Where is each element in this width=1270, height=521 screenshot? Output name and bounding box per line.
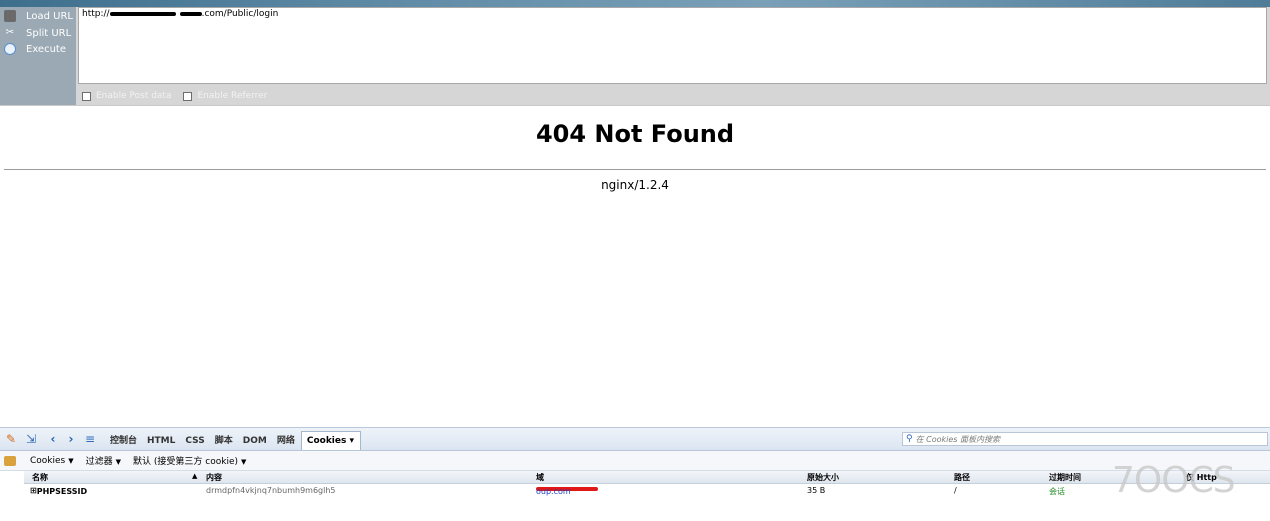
watermark-logo: 7OOCS	[1112, 460, 1236, 501]
hackbar-panel: Load URL ✂ Split URL Execute http:// .com…	[0, 7, 1270, 105]
default-policy-menu[interactable]: 默认 (接受第三方 cookie) ▼	[133, 454, 246, 467]
url-textarea[interactable]: http:// .com/Public/login	[78, 7, 1267, 84]
redacted-text	[179, 11, 202, 16]
default-policy-label: 默认 (接受第三方 cookie)	[133, 457, 239, 467]
split-url-button[interactable]: ✂ Split URL	[4, 25, 71, 41]
chevron-right-icon[interactable]: ›	[64, 432, 78, 446]
cookies-subtoolbar: Cookies ▼ 过滤器 ▼ 默认 (接受第三方 cookie) ▼	[0, 451, 1270, 471]
window-top-strip	[0, 0, 1270, 7]
cookie-icon	[4, 455, 16, 466]
server-signature: nginx/1.2.4	[601, 178, 669, 192]
inspect-icon[interactable]: ⇲	[24, 432, 38, 446]
chevron-down-icon: ▼	[68, 456, 74, 465]
tab-dom[interactable]: DOM	[239, 436, 273, 450]
command-line-icon[interactable]: ≡	[83, 432, 97, 446]
referrer-checkbox[interactable]	[183, 91, 193, 101]
execute-label: Execute	[26, 43, 66, 55]
referrer-option[interactable]: Enable Referrer	[183, 91, 267, 101]
cookies-menu-label: Cookies	[30, 455, 66, 466]
cookie-path: /	[954, 486, 957, 495]
filter-menu[interactable]: 过滤器 ▼	[86, 454, 121, 467]
column-header-domain[interactable]: 域	[536, 472, 544, 483]
table-row[interactable]: ⊞ PHPSESSID drmdpfn4vkjnq7nbumh9m6glh5 o…	[24, 485, 1270, 497]
hackbar-options: Enable Post data Enable Referrer	[82, 90, 279, 102]
referrer-label: Enable Referrer	[197, 91, 268, 101]
split-url-label: Split URL	[26, 27, 72, 39]
column-header-path[interactable]: 路径	[954, 472, 970, 483]
tab-css[interactable]: CSS	[181, 436, 210, 450]
page-title: 404 Not Found	[535, 120, 735, 148]
search-icon: ⚲	[906, 434, 913, 444]
sort-asc-icon: ▲	[192, 472, 198, 480]
post-data-option[interactable]: Enable Post data	[82, 91, 171, 101]
url-suffix: .com/Public/login	[201, 9, 279, 19]
load-url-label: Load URL	[26, 10, 74, 22]
post-data-label: Enable Post data	[96, 91, 172, 101]
chevron-down-icon: ▼	[241, 458, 247, 466]
redacted-text	[109, 11, 176, 16]
filter-menu-label: 过滤器	[85, 457, 113, 467]
tab-console[interactable]: 控制台	[106, 433, 143, 450]
column-header-expires[interactable]: 过期时间	[1049, 472, 1081, 483]
hackbar-sidebar: Load URL ✂ Split URL Execute	[0, 7, 76, 105]
chevron-left-icon[interactable]: ‹	[46, 432, 60, 446]
url-prefix: http://	[82, 9, 110, 19]
cookie-size: 35 B	[807, 486, 826, 495]
firebug-toolbar: ✎ ⇲ ‹ › ≡ 控制台 HTML CSS 脚本 DOM 网络 Cookies…	[0, 428, 1270, 451]
post-data-checkbox[interactable]	[82, 91, 91, 101]
firebug-tabs: 控制台 HTML CSS 脚本 DOM 网络 Cookies ▾	[106, 428, 361, 450]
execute-button[interactable]: Execute	[4, 41, 66, 57]
column-header-content[interactable]: 内容	[206, 472, 222, 483]
chevron-down-icon: ▼	[115, 458, 122, 466]
tab-cookies[interactable]: Cookies ▾	[300, 431, 361, 450]
cookies-search-input[interactable]: ⚲ 在 Cookies 面板内搜索	[902, 432, 1268, 446]
play-icon	[4, 43, 16, 55]
tab-net[interactable]: 网络	[273, 433, 301, 450]
firebug-icon[interactable]: ✎	[4, 432, 18, 446]
tab-html[interactable]: HTML	[143, 436, 181, 450]
column-header-size[interactable]: 原始大小	[807, 472, 839, 483]
load-url-icon	[4, 10, 16, 22]
cookie-name: ⊞ PHPSESSID	[30, 486, 88, 496]
divider	[4, 169, 1266, 170]
cookie-content: drmdpfn4vkjnq7nbumh9m6glh5	[206, 486, 336, 495]
page-content: 404 Not Found nginx/1.2.4	[0, 105, 1270, 428]
firebug-panel: ✎ ⇲ ‹ › ≡ 控制台 HTML CSS 脚本 DOM 网络 Cookies…	[0, 427, 1270, 521]
cookie-expires: 会话	[1049, 487, 1065, 496]
load-url-button[interactable]: Load URL	[4, 8, 73, 24]
cookies-table-header: 名称 ▲ 内容 域 原始大小 路径 过期时间 仅 Http	[24, 471, 1270, 484]
column-header-name[interactable]: 名称	[32, 472, 48, 483]
cookies-menu[interactable]: Cookies ▼	[30, 456, 74, 466]
search-placeholder: 在 Cookies 面板内搜索	[915, 434, 1000, 444]
scissors-icon: ✂	[5, 27, 15, 38]
tab-script[interactable]: 脚本	[211, 433, 239, 450]
